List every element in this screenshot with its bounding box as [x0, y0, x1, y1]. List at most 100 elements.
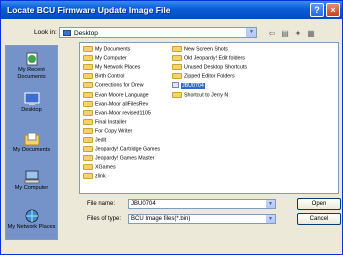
list-item[interactable]: Evan-Moor allFilesRev — [83, 100, 149, 109]
list-item-label: Shortcut to Jerry N — [184, 91, 229, 98]
list-item-label: Jeopardy! Games Master — [95, 155, 155, 162]
folder-icon — [83, 46, 93, 52]
folder-icon — [83, 73, 93, 80]
list-item[interactable]: Evan-Moor revised1105 — [83, 109, 151, 118]
folder-icon — [83, 173, 93, 180]
list-item-label: Evan Moore Language — [95, 91, 149, 98]
cancel-button[interactable]: Cancel — [297, 213, 341, 225]
chevron-down-icon[interactable]: ▼ — [266, 215, 275, 223]
place-label: My Recent Documents — [17, 67, 46, 80]
file-type-label: Files of type: — [87, 216, 122, 222]
list-item[interactable]: XGames — [83, 164, 116, 172]
list-item-label: Unused Desktop Shortcuts — [184, 64, 248, 71]
list-item-label: Old Jeopardy! Edit folders — [184, 55, 245, 62]
list-item-label: Evan-Moor revised1105 — [95, 110, 151, 117]
list-item-label: My Network Places — [95, 64, 141, 71]
back-icon[interactable]: ⇦ — [266, 28, 278, 39]
places-bar: My Recent Documents Desktop My Documents… — [5, 45, 58, 240]
desktop-icon — [24, 92, 40, 106]
list-item[interactable]: Final Installer — [83, 118, 127, 127]
place-label: Desktop — [21, 107, 42, 113]
file-type-select[interactable]: BCU Image files(*.bin) ▼ — [128, 214, 276, 224]
folder-icon — [172, 55, 182, 62]
folder-icon — [83, 118, 93, 125]
list-item-label: New Screen Shots — [184, 46, 228, 53]
list-item[interactable]: Jedit — [83, 137, 106, 145]
list-item[interactable]: JBU0704 — [172, 82, 205, 90]
place-label: My Network Places — [7, 224, 56, 230]
list-item[interactable]: Jeopardy! Games Master — [83, 155, 154, 163]
file-icon — [172, 82, 179, 89]
dialog-window: Locate BCU Firmware Update Image File ? … — [0, 0, 343, 255]
list-item[interactable]: New Screen Shots — [172, 46, 228, 54]
window-title: Locate BCU Firmware Update Image File — [7, 5, 171, 15]
view-menu-icon[interactable]: ▦ — [305, 28, 317, 39]
folder-icon — [83, 164, 93, 171]
list-item[interactable]: Corrections for Drew — [83, 82, 144, 90]
list-item-label: Birth Control — [95, 73, 125, 80]
place-my-computer[interactable]: My Computer — [6, 170, 57, 192]
list-item[interactable]: Zipped Editor Folders — [172, 73, 235, 81]
list-item-label: Zipped Editor Folders — [184, 73, 235, 80]
look-in-value: Desktop — [74, 30, 98, 37]
folder-icon — [83, 91, 93, 98]
title-bar[interactable]: Locate BCU Firmware Update Image File ? … — [1, 1, 342, 19]
folder-icon — [83, 55, 93, 62]
new-folder-icon[interactable]: ✦ — [292, 28, 304, 39]
my-documents-icon — [24, 132, 40, 146]
list-item-label: My Computer — [95, 55, 127, 62]
folder-icon — [172, 64, 182, 71]
list-item-label: XGames — [95, 164, 116, 171]
folder-icon — [83, 64, 93, 71]
look-in-label: Look in: — [34, 29, 57, 36]
list-item-label: Final Installer — [95, 119, 127, 126]
list-item[interactable]: My Documents — [83, 46, 130, 54]
chevron-down-icon[interactable]: ▼ — [266, 200, 275, 208]
my-computer-icon — [24, 170, 40, 184]
list-item-label: For Copy Writer — [95, 128, 133, 135]
list-item[interactable]: Unused Desktop Shortcuts — [172, 64, 247, 72]
file-name-value: JBU0704 — [131, 201, 156, 207]
list-item[interactable]: zlink — [83, 173, 106, 181]
list-item-label: Corrections for Drew — [95, 82, 144, 89]
help-icon[interactable]: ? — [310, 3, 324, 17]
folder-icon — [172, 73, 182, 80]
list-item-label: My Documents — [95, 46, 131, 53]
file-name-input[interactable]: JBU0704 ▼ — [128, 199, 276, 209]
folder-icon — [83, 137, 93, 143]
list-item[interactable]: Jeopardy! Cartridge Games — [83, 146, 160, 154]
list-item[interactable]: Shortcut to Jerry N — [172, 91, 229, 100]
folder-icon — [172, 46, 182, 52]
place-desktop[interactable]: Desktop — [6, 92, 57, 114]
desktop-icon — [63, 30, 71, 36]
up-folder-icon[interactable]: ▤ — [279, 28, 291, 39]
file-list[interactable]: My Documents My Computer My Network Places… — [79, 42, 339, 194]
list-item[interactable]: Evan Moore Language — [83, 91, 149, 100]
list-item[interactable]: For Copy Writer — [83, 127, 133, 136]
place-label: My Documents — [12, 147, 51, 153]
file-name-label: File name: — [87, 201, 116, 207]
look-in-dropdown[interactable]: Desktop ▼ — [59, 27, 257, 38]
place-recent-documents[interactable]: My Recent Documents — [6, 52, 57, 80]
chevron-down-icon[interactable]: ▼ — [246, 28, 256, 37]
place-my-documents[interactable]: My Documents — [6, 132, 57, 154]
recent-documents-icon — [24, 52, 40, 66]
folder-icon — [83, 82, 93, 89]
place-label: My Computer — [14, 185, 49, 191]
list-item[interactable]: My Computer — [83, 55, 127, 63]
list-item-label: Evan-Moor allFilesRev — [95, 101, 149, 107]
folder-icon — [83, 146, 93, 153]
list-item-label: JBU0704 — [181, 82, 205, 89]
folder-icon — [83, 127, 93, 134]
list-item[interactable]: Birth Control — [83, 73, 124, 81]
list-item[interactable]: My Network Places — [83, 64, 140, 72]
open-button[interactable]: Open — [297, 198, 341, 210]
folder-icon — [83, 109, 93, 116]
close-icon[interactable]: × — [326, 3, 340, 17]
list-item-label: zlink — [95, 173, 106, 180]
file-type-value: BCU Image files(*.bin) — [131, 216, 191, 222]
list-item-label: Jeopardy! Cartridge Games — [95, 146, 161, 153]
list-item[interactable]: Old Jeopardy! Edit folders — [172, 55, 245, 63]
place-network-places[interactable]: My Network Places — [6, 209, 57, 231]
folder-icon — [83, 155, 93, 162]
